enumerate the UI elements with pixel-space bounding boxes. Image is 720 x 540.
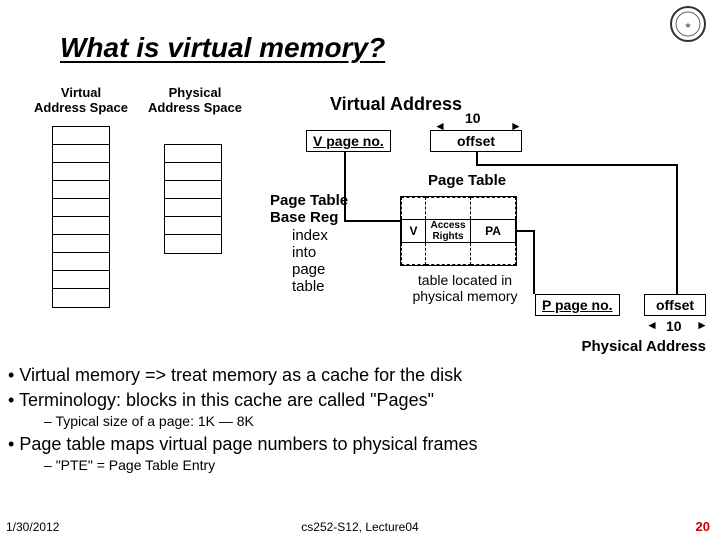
page-table-base-reg: Page Table Base Reg index into page tabl… [270, 192, 348, 296]
index-label: index into page table [292, 227, 348, 296]
offset-box: offset [430, 130, 522, 152]
bullet-3: • Page table maps virtual page numbers t… [8, 433, 708, 456]
pt-col-access: Access Rights [426, 220, 471, 243]
pt-col-pa: PA [471, 220, 516, 243]
bullet-2: • Terminology: blocks in this cache are … [8, 389, 708, 412]
sub-bullet-1: – Typical size of a page: 1K — 8K [44, 413, 708, 431]
vpage-box: V page no. [306, 130, 391, 152]
connector-line [676, 164, 678, 294]
arrow-left-icon: ◄ [646, 318, 658, 332]
page-table-grid: V Access Rights PA [400, 196, 517, 266]
arrow-right-icon: ► [696, 318, 708, 332]
page-table-title: Page Table [428, 172, 506, 189]
arrow-right-icon: ► [510, 119, 522, 133]
arrow-left-icon: ◄ [434, 119, 446, 133]
pas-diagram [164, 144, 222, 254]
connector-line [344, 152, 346, 220]
connector-line [476, 152, 478, 164]
pas-label: Physical Address Space [140, 85, 250, 115]
page-table-note: table located in physical memory [400, 272, 530, 304]
svg-text:★: ★ [684, 21, 691, 30]
offset2-box: offset [644, 294, 706, 316]
virtual-address-title: Virtual Address [330, 94, 462, 115]
connector-line [533, 230, 535, 294]
bullet-list: • Virtual memory => treat memory as a ca… [8, 364, 708, 477]
ten-label: 10 [465, 110, 481, 126]
ten2-label: 10 [666, 318, 682, 334]
vas-diagram [52, 126, 110, 308]
vas-label: Virtual Address Space [26, 85, 136, 115]
pt-col-v: V [402, 220, 426, 243]
sub-bullet-2: – "PTE" = Page Table Entry [44, 457, 708, 475]
ptbr-line1: Page Table [270, 192, 348, 209]
physical-address-label: Physical Address [581, 338, 706, 355]
slide-title: What is virtual memory? [60, 32, 385, 64]
footer-course: cs252-S12, Lecture04 [301, 520, 418, 534]
footer-date: 1/30/2012 [6, 520, 59, 534]
slide-number: 20 [696, 519, 710, 534]
connector-line [344, 220, 400, 222]
seal-logo: ★ [670, 6, 706, 42]
bullet-1: • Virtual memory => treat memory as a ca… [8, 364, 708, 387]
connector-line [476, 164, 676, 166]
ptbr-line2: Base Reg [270, 209, 348, 226]
connector-line [515, 230, 535, 232]
ppage-box: P page no. [535, 294, 620, 316]
